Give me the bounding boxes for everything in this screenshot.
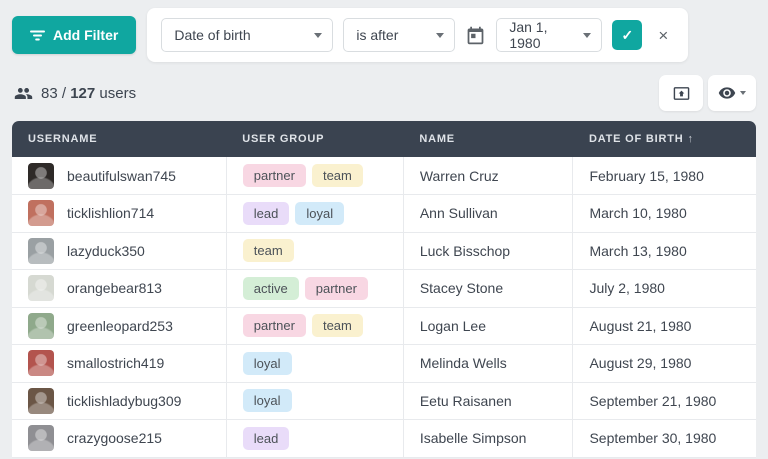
avatar [28, 350, 54, 377]
group-tag-loyal: loyal [242, 351, 292, 375]
dob-text: March 13, 1980 [572, 232, 756, 270]
dob-text: August 29, 1980 [572, 344, 756, 383]
table-header: USERNAME USER GROUP NAME DATE OF BIRTH ↑ [12, 121, 756, 157]
group-tag-loyal: loyal [295, 201, 345, 225]
avatar [28, 312, 54, 339]
user-count: 83 / 127 users [14, 84, 136, 103]
user-count-text: 83 / 127 users [41, 84, 137, 102]
name-text: Luck Bisschop [402, 232, 573, 270]
dob-text: July 2, 1980 [572, 269, 756, 308]
dob-text: September 30, 1980 [572, 419, 756, 458]
apply-filter-button[interactable]: ✓ [612, 20, 643, 50]
filter-operator-value: is after [356, 27, 399, 43]
column-visibility-button[interactable] [708, 75, 756, 111]
add-filter-button[interactable]: Add Filter [12, 16, 137, 54]
username-text: smallostrich419 [67, 355, 165, 372]
name-text: Ann Sullivan [402, 194, 573, 233]
table-row[interactable]: ticklishladybug309 loyal Eetu Raisanen Sept… [12, 382, 756, 420]
username-text: lazyduck350 [67, 242, 145, 259]
name-text: Isabelle Simpson [402, 419, 573, 458]
dob-text: February 15, 1980 [572, 157, 756, 195]
table-row[interactable]: beautifulswan745 partner team Warren Cruz Fe… [12, 157, 756, 195]
filter-operator-select[interactable]: is after [343, 18, 456, 52]
chevron-down-icon [740, 91, 746, 95]
users-table: USERNAME USER GROUP NAME DATE OF BIRTH ↑ bea… [12, 121, 756, 458]
users-icon [14, 84, 33, 103]
eye-icon [718, 84, 736, 102]
column-header-username[interactable]: USERNAME [12, 121, 227, 157]
table-row[interactable]: crazygoose215 lead Isabelle Simpson Septemb… [12, 419, 756, 458]
dob-text: March 10, 1980 [572, 194, 756, 233]
avatar [28, 200, 54, 227]
filter-field-value: Date of birth [174, 27, 251, 43]
name-text: Melinda Wells [402, 344, 573, 383]
username-text: beautifulswan745 [67, 167, 176, 184]
present-export-icon [673, 85, 690, 102]
calendar-button[interactable] [465, 25, 486, 46]
count-row: 83 / 127 users [0, 62, 768, 111]
group-tag-loyal: loyal [242, 389, 292, 413]
name-text: Eetu Raisanen [402, 382, 573, 420]
group-tag-partner: partner [242, 314, 306, 338]
column-header-user-group[interactable]: USER GROUP [226, 121, 404, 157]
name-text: Warren Cruz [402, 157, 573, 195]
avatar [28, 425, 54, 452]
export-button[interactable] [659, 75, 703, 111]
name-text: Stacey Stone [402, 269, 573, 308]
group-tag-lead: lead [242, 426, 290, 450]
table-row[interactable]: ticklishlion714 lead loyal Ann Sullivan Marc… [12, 194, 756, 233]
name-text: Logan Lee [402, 307, 573, 345]
avatar [28, 162, 54, 189]
table-row[interactable]: orangebear813 active partner Stacey Stone Ju… [12, 269, 756, 308]
chevron-down-icon [583, 32, 592, 38]
group-tag-partner: partner [304, 276, 368, 300]
avatar [28, 387, 54, 414]
column-header-name[interactable]: NAME [403, 121, 573, 157]
filter-field-select[interactable]: Date of birth [161, 18, 334, 52]
active-filter-bar: Date of birth is after Jan 1, 1980 ✓ × [147, 8, 689, 62]
remove-filter-button[interactable]: × [652, 24, 674, 46]
dob-text: September 21, 1980 [572, 382, 756, 420]
check-icon: ✓ [621, 26, 634, 43]
table-row[interactable]: greenleopard253 partner team Logan Lee Augus… [12, 307, 756, 345]
group-tag-active: active [242, 276, 299, 300]
sort-ascending-icon: ↑ [687, 133, 694, 145]
column-header-date-of-birth[interactable]: DATE OF BIRTH ↑ [572, 121, 756, 157]
dob-text: August 21, 1980 [572, 307, 756, 345]
avatar [28, 237, 54, 264]
table-actions [659, 75, 756, 111]
filter-value-select[interactable]: Jan 1, 1980 [496, 18, 603, 52]
chevron-down-icon [314, 32, 323, 38]
group-tag-team: team [311, 314, 363, 338]
table-row[interactable]: lazyduck350 team Luck Bisschop March 13, 19… [12, 232, 756, 270]
chevron-down-icon [436, 32, 445, 38]
filter-lines-icon [30, 30, 45, 41]
username-text: crazygoose215 [67, 430, 162, 447]
filter-row: Add Filter Date of birth is after Jan 1,… [0, 0, 768, 62]
group-tag-team: team [311, 164, 363, 187]
calendar-icon [465, 25, 486, 46]
group-tag-team: team [242, 239, 294, 263]
username-text: orangebear813 [67, 280, 162, 297]
avatar [28, 275, 54, 302]
page: Add Filter Date of birth is after Jan 1,… [0, 0, 768, 459]
add-filter-label: Add Filter [53, 27, 119, 43]
username-text: ticklishladybug309 [67, 392, 182, 409]
group-tag-partner: partner [242, 164, 306, 187]
close-icon: × [658, 25, 669, 45]
table-row[interactable]: smallostrich419 loyal Melinda Wells August … [12, 344, 756, 383]
username-text: ticklishlion714 [67, 205, 155, 222]
filter-value: Jan 1, 1980 [509, 19, 548, 51]
group-tag-lead: lead [242, 201, 290, 225]
username-text: greenleopard253 [67, 317, 173, 334]
